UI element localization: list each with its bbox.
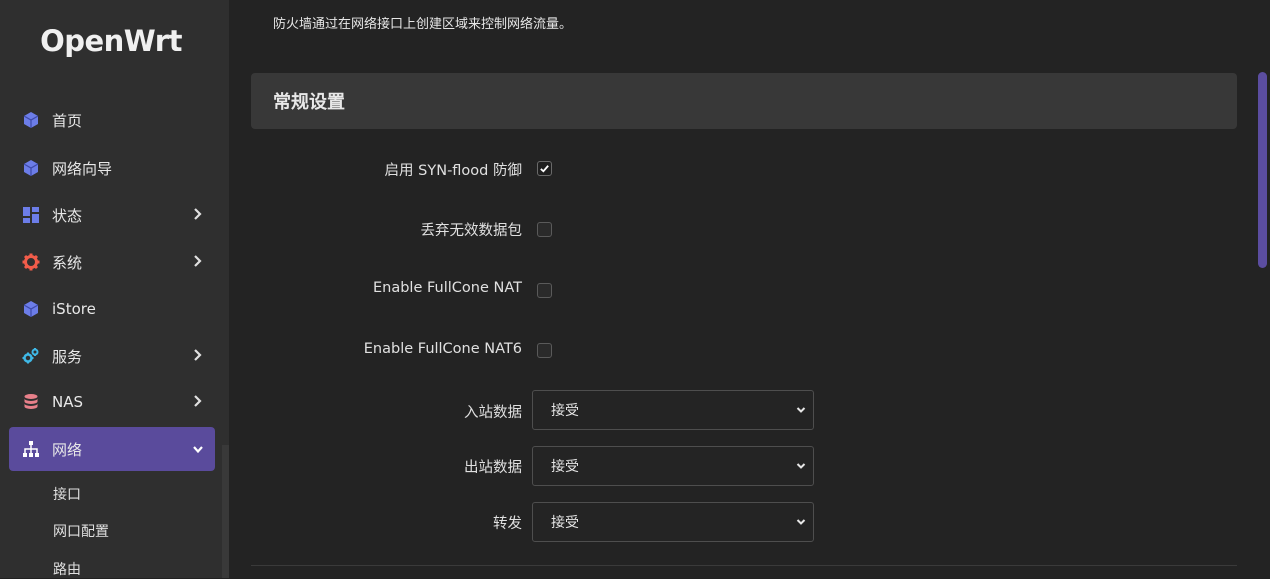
sidebar-item-label: 网络向导 <box>52 159 113 178</box>
sidebar-item-system[interactable]: 系统 <box>9 240 215 284</box>
section-divider <box>251 565 1237 566</box>
input-policy-label: 入站数据 <box>464 405 522 421</box>
sidebar-scrollbar-track[interactable] <box>222 445 229 578</box>
sidebar-item-network-wizard[interactable]: 网络向导 <box>9 146 215 190</box>
chevron-down-icon <box>193 443 203 457</box>
section-title: 常规设置 <box>273 92 345 113</box>
cube-icon <box>22 159 40 177</box>
app-logo[interactable]: OpenWrt <box>0 24 222 58</box>
sidebar-item-label: 服务 <box>52 347 83 366</box>
sidebar-item-home[interactable]: 首页 <box>9 98 215 142</box>
select-value: 接受 <box>551 459 579 475</box>
gear-icon <box>22 253 40 271</box>
database-icon <box>22 393 40 411</box>
fullcone-nat-checkbox[interactable] <box>537 283 552 298</box>
sidebar-item-label: iStore <box>52 300 96 318</box>
sidebar-item-label: 系统 <box>52 253 83 272</box>
select-value: 接受 <box>551 515 579 531</box>
fullcone-nat-label: Enable FullCone NAT <box>372 280 522 296</box>
sidebar-item-label: 首页 <box>52 111 83 130</box>
sidebar-item-istore[interactable]: iStore <box>9 287 215 331</box>
drop-invalid-label: 丢弃无效数据包 <box>420 223 523 239</box>
sidebar: OpenWrt 首页 网络向导 状态 系统 iStore 服务 NAS 网络 接… <box>0 0 229 578</box>
sitemap-icon <box>22 440 40 458</box>
checkmark-icon <box>540 165 549 173</box>
output-policy-label: 出站数据 <box>464 460 522 476</box>
sidebar-item-nas[interactable]: NAS <box>9 380 215 424</box>
cogs-icon <box>22 347 40 365</box>
cube-icon <box>22 300 40 318</box>
dashboard-icon <box>22 206 40 224</box>
sidebar-item-status[interactable]: 状态 <box>9 193 215 237</box>
fullcone-nat6-label: Enable FullCone NAT6 <box>363 341 522 357</box>
sidebar-item-network[interactable]: 网络 <box>9 427 215 471</box>
sidebar-item-label: 状态 <box>52 206 83 225</box>
cube-icon <box>22 111 40 129</box>
sidebar-subitem-port-config[interactable]: 网口配置 <box>53 521 109 541</box>
main-scrollbar-thumb[interactable] <box>1258 72 1267 268</box>
output-policy-select[interactable]: 接受 <box>532 446 814 486</box>
chevron-right-icon <box>193 348 203 362</box>
sidebar-item-label: NAS <box>52 393 84 411</box>
chevron-down-icon <box>796 517 806 527</box>
drop-invalid-checkbox[interactable] <box>537 222 552 237</box>
chevron-right-icon <box>193 207 203 221</box>
syn-flood-checkbox[interactable] <box>537 161 552 176</box>
sidebar-item-services[interactable]: 服务 <box>9 334 215 378</box>
sidebar-subitem-interfaces[interactable]: 接口 <box>53 484 81 504</box>
page-description: 防火墙通过在网络接口上创建区域来控制网络流量。 <box>273 17 573 32</box>
chevron-down-icon <box>796 405 806 415</box>
fullcone-nat6-checkbox[interactable] <box>537 343 552 358</box>
forward-policy-select[interactable]: 接受 <box>532 502 814 542</box>
chevron-right-icon <box>193 254 203 268</box>
section-header: 常规设置 <box>251 73 1237 129</box>
syn-flood-label: 启用 SYN-flood 防御 <box>384 163 522 179</box>
sidebar-subitem-routes[interactable]: 路由 <box>53 559 81 579</box>
forward-policy-label: 转发 <box>493 516 522 532</box>
chevron-down-icon <box>796 461 806 471</box>
sidebar-item-label: 网络 <box>52 440 83 459</box>
input-policy-select[interactable]: 接受 <box>532 390 814 430</box>
chevron-right-icon <box>193 394 203 408</box>
select-value: 接受 <box>551 403 579 419</box>
